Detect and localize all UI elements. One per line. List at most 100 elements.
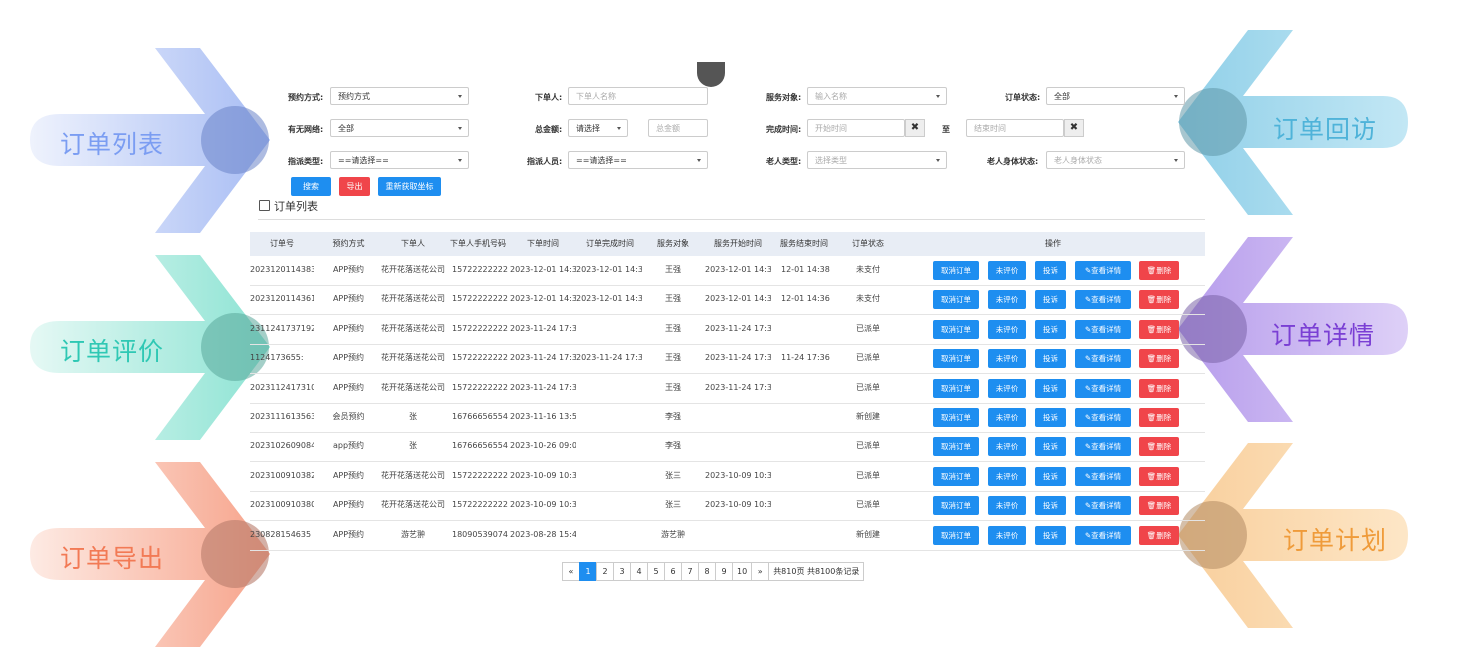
cell-orderer: 花开花落送花公司	[381, 323, 445, 333]
page-3[interactable]: 3	[613, 562, 631, 581]
complaint-button[interactable]: 投诉	[1035, 319, 1066, 339]
cell-booking-method: 会员预约	[332, 412, 365, 421]
cancel-order-button[interactable]: 取消订单	[933, 466, 979, 486]
page-4[interactable]: 4	[630, 562, 648, 581]
page-8[interactable]: 8	[698, 562, 716, 581]
view-detail-button[interactable]: ✎查看详情	[1075, 349, 1131, 369]
cancel-order-button[interactable]: 取消订单	[933, 525, 979, 545]
view-detail-button[interactable]: ✎查看详情	[1075, 525, 1131, 545]
unrated-button[interactable]: 未评价	[988, 437, 1026, 457]
col-actions: 操作	[1045, 239, 1061, 248]
prev-page-button[interactable]: «	[562, 562, 580, 581]
finish-time-end-input[interactable]: 结束时间	[966, 119, 1064, 137]
unrated-button[interactable]: 未评价	[988, 261, 1026, 280]
search-button[interactable]: 搜索	[291, 177, 331, 196]
delete-button[interactable]: 🗑删除	[1139, 290, 1179, 310]
cell-order-time: 2023-12-01 14:38	[510, 265, 576, 274]
order-status-select[interactable]: 全部	[1046, 87, 1185, 105]
has-network-select[interactable]: 全部	[330, 119, 469, 137]
view-detail-button[interactable]: ✎查看详情	[1075, 437, 1131, 457]
delete-button[interactable]: 🗑删除	[1139, 466, 1179, 486]
dispatch-type-value: ==请选择==	[338, 156, 389, 165]
page-10[interactable]: 10	[732, 562, 753, 581]
view-detail-button[interactable]: ✎查看详情	[1075, 496, 1131, 516]
complaint-button[interactable]: 投诉	[1035, 496, 1066, 516]
complaint-button[interactable]: 投诉	[1035, 261, 1066, 280]
page-6[interactable]: 6	[664, 562, 682, 581]
complaint-button[interactable]: 投诉	[1035, 349, 1066, 369]
cell-order-time: 2023-08-28 15:46	[510, 529, 576, 539]
delete-button[interactable]: 🗑删除	[1139, 525, 1179, 545]
collapse-toggle-icon[interactable]	[697, 62, 725, 87]
unrated-button[interactable]: 未评价	[988, 290, 1026, 310]
cell-booking-method: APP预约	[332, 323, 365, 333]
delete-button[interactable]: 🗑删除	[1139, 496, 1179, 516]
cell-orderer: 花开花落送花公司	[381, 382, 445, 392]
cell-orderer: 花开花落送花公司	[381, 294, 445, 304]
cell-phone: 15722222222	[452, 353, 508, 363]
table-row: 20231201143832:APP预约花开花落送花公司157222222222…	[250, 256, 1205, 286]
elder-health-select[interactable]: 老人身体状态	[1046, 151, 1185, 169]
finish-time-start-input[interactable]: 开始时间	[807, 119, 905, 137]
chevron-down-icon	[458, 95, 462, 98]
complaint-button[interactable]: 投诉	[1035, 378, 1066, 398]
dispatch-type-select[interactable]: ==请选择==	[330, 151, 469, 169]
delete-button[interactable]: 🗑删除	[1139, 319, 1179, 339]
delete-button[interactable]: 🗑删除	[1139, 349, 1179, 369]
cancel-order-button[interactable]: 取消订单	[933, 378, 979, 398]
clear-start-time-button[interactable]: ✖	[905, 119, 925, 137]
delete-button[interactable]: 🗑删除	[1139, 437, 1179, 457]
cancel-order-button[interactable]: 取消订单	[933, 319, 979, 339]
export-button[interactable]: 导出	[339, 177, 370, 196]
next-page-button[interactable]: »	[751, 562, 770, 581]
service-target-select[interactable]: 输入名称	[807, 87, 947, 105]
orderer-input[interactable]: 下单人名称	[568, 87, 708, 105]
complaint-button[interactable]: 投诉	[1035, 290, 1066, 310]
delete-button[interactable]: 🗑删除	[1139, 408, 1179, 427]
booking-method-select[interactable]: 预约方式	[330, 87, 469, 105]
view-detail-button[interactable]: ✎查看详情	[1075, 290, 1131, 310]
view-detail-button[interactable]: ✎查看详情	[1075, 408, 1131, 427]
view-detail-button[interactable]: ✎查看详情	[1075, 261, 1131, 280]
page-5[interactable]: 5	[647, 562, 665, 581]
section-title: 订单列表	[259, 198, 318, 214]
chevron-down-icon	[458, 127, 462, 130]
cancel-order-button[interactable]: 取消订单	[933, 408, 979, 427]
cancel-order-button[interactable]: 取消订单	[933, 349, 979, 369]
unrated-button[interactable]: 未评价	[988, 319, 1026, 339]
view-detail-button[interactable]: ✎查看详情	[1075, 466, 1131, 486]
cancel-order-button[interactable]: 取消订单	[933, 496, 979, 516]
complaint-button[interactable]: 投诉	[1035, 408, 1066, 427]
unrated-button[interactable]: 未评价	[988, 466, 1026, 486]
dispatcher-select[interactable]: ==请选择==	[568, 151, 708, 169]
unrated-button[interactable]: 未评价	[988, 349, 1026, 369]
delete-button[interactable]: 🗑删除	[1139, 378, 1179, 398]
complaint-button[interactable]: 投诉	[1035, 466, 1066, 486]
cell-order-id: 20231009103807:	[250, 500, 314, 510]
elder-type-select[interactable]: 选择类型	[807, 151, 947, 169]
relocate-button[interactable]: 重新获取坐标	[378, 177, 441, 196]
total-amount-select[interactable]: 请选择	[568, 119, 628, 137]
page-9[interactable]: 9	[715, 562, 733, 581]
cancel-order-button[interactable]: 取消订单	[933, 261, 979, 280]
delete-button[interactable]: 🗑删除	[1139, 261, 1179, 280]
booking-method-label: 预约方式:	[288, 93, 324, 102]
unrated-button[interactable]: 未评价	[988, 378, 1026, 398]
unrated-button[interactable]: 未评价	[988, 525, 1026, 545]
complaint-button[interactable]: 投诉	[1035, 525, 1066, 545]
unrated-button[interactable]: 未评价	[988, 408, 1026, 427]
booking-method-value: 预约方式	[338, 92, 370, 101]
cell-phone: 15722222222	[452, 265, 508, 274]
cancel-order-button[interactable]: 取消订单	[933, 290, 979, 310]
clear-end-time-button[interactable]: ✖	[1064, 119, 1084, 137]
page-2[interactable]: 2	[596, 562, 614, 581]
complaint-button[interactable]: 投诉	[1035, 437, 1066, 457]
col-finish-time: 订单完成时间	[586, 239, 634, 248]
page-7[interactable]: 7	[681, 562, 699, 581]
view-detail-button[interactable]: ✎查看详情	[1075, 378, 1131, 398]
unrated-button[interactable]: 未评价	[988, 496, 1026, 516]
page-1[interactable]: 1	[579, 562, 597, 581]
total-amount-input[interactable]: 总金额	[648, 119, 708, 137]
cancel-order-button[interactable]: 取消订单	[933, 437, 979, 457]
view-detail-button[interactable]: ✎查看详情	[1075, 319, 1131, 339]
